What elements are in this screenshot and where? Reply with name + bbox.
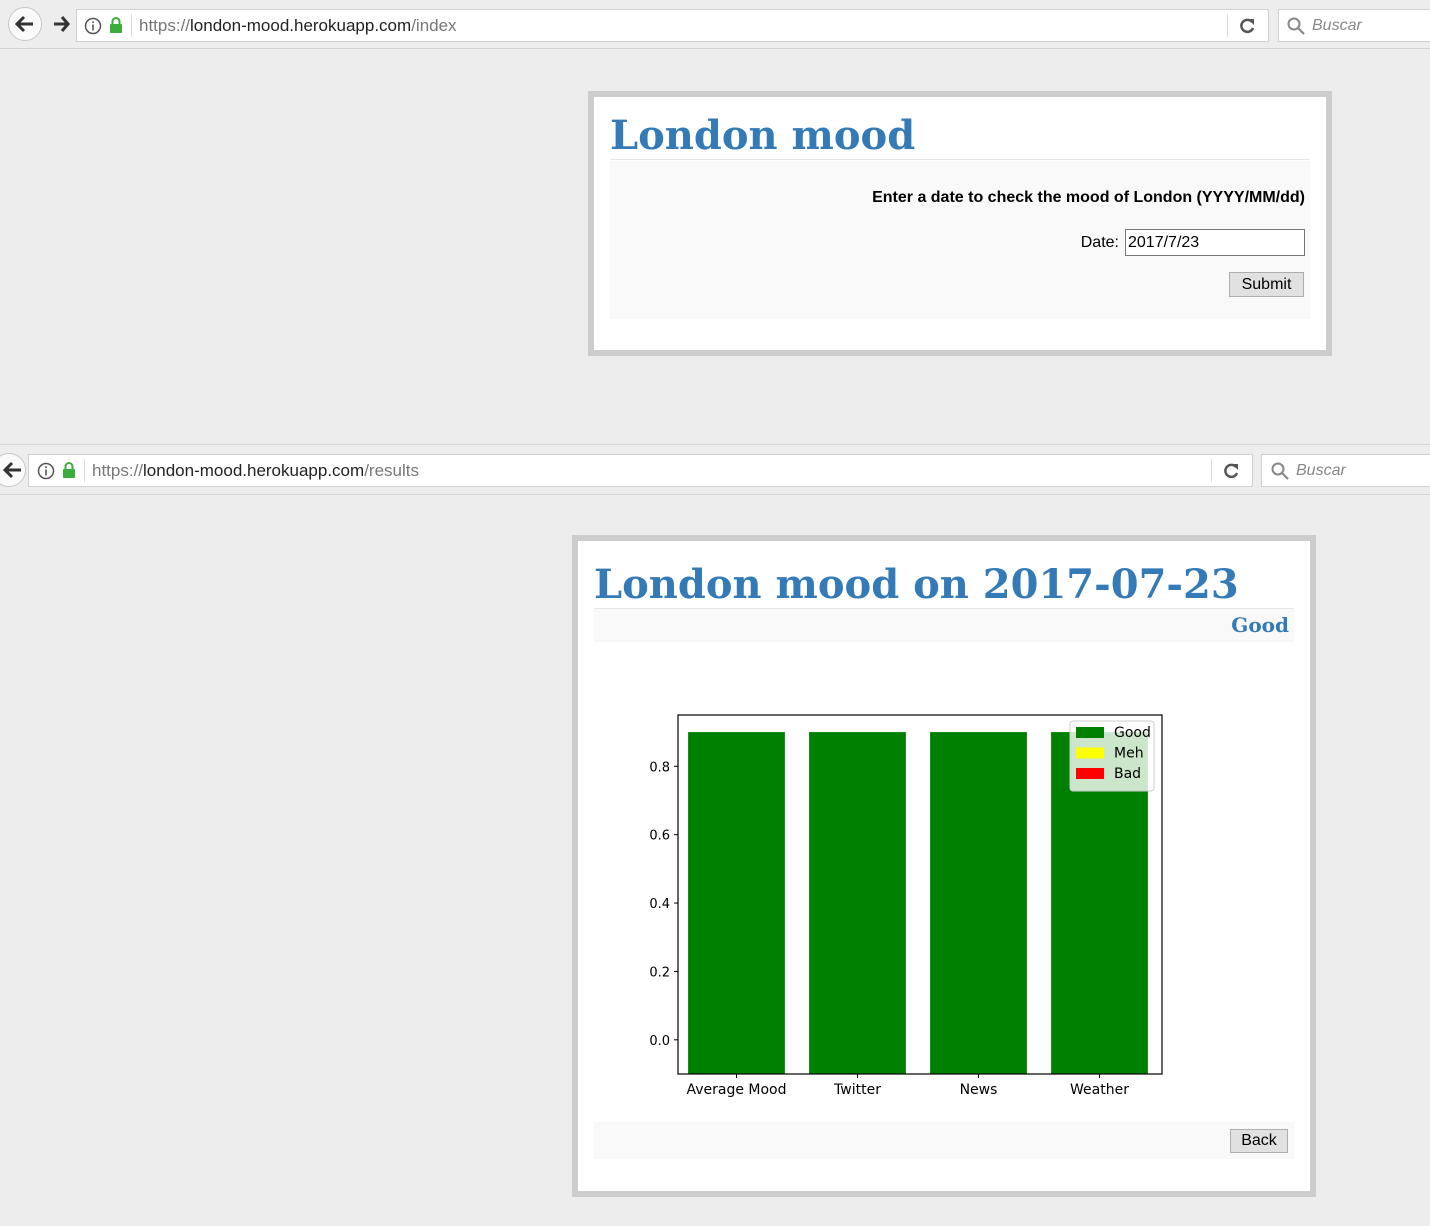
x-tick-label-2: News bbox=[960, 1082, 998, 1098]
address-bar-2[interactable]: https://london-mood.herokuapp.com/result… bbox=[28, 454, 1253, 487]
reload-icon[interactable] bbox=[1221, 461, 1241, 481]
results-card: London mood on 2017-07-23 Good Average M… bbox=[572, 535, 1316, 1197]
url-text-2[interactable]: https://london-mood.herokuapp.com/result… bbox=[92, 455, 419, 486]
info-icon[interactable] bbox=[84, 17, 102, 35]
y-tick-label-4: 0.8 bbox=[649, 760, 670, 775]
back-arrow-icon bbox=[15, 15, 33, 33]
search-icon bbox=[1271, 462, 1289, 480]
date-input-value: 2017/7/23 bbox=[1128, 234, 1200, 251]
mood-result: Good bbox=[1231, 613, 1289, 637]
y-tick-label-3: 0.6 bbox=[649, 829, 670, 844]
url-text[interactable]: https://london-mood.herokuapp.com/index bbox=[139, 10, 457, 41]
lock-icon[interactable] bbox=[62, 462, 76, 479]
mood-result-panel: Good bbox=[594, 609, 1294, 642]
browser-toolbar-2: https://london-mood.herokuapp.com/result… bbox=[0, 446, 1430, 495]
results-title: London mood on 2017-07-23 bbox=[594, 561, 1239, 608]
search-box[interactable]: Buscar bbox=[1278, 9, 1430, 42]
lock-icon[interactable] bbox=[109, 17, 123, 34]
address-bar[interactable]: https://london-mood.herokuapp.com/index bbox=[76, 9, 1269, 42]
browser-toolbar-1: https://london-mood.herokuapp.com/index … bbox=[0, 0, 1430, 49]
legend-label-bad: Bad bbox=[1114, 766, 1141, 782]
bar-2 bbox=[930, 732, 1027, 1074]
date-label: Date: bbox=[1080, 233, 1119, 251]
legend-label-good: Good bbox=[1114, 725, 1151, 741]
forward-button[interactable] bbox=[48, 10, 74, 38]
forward-arrow-icon bbox=[54, 16, 70, 32]
y-tick-label-1: 0.2 bbox=[649, 965, 670, 980]
legend-swatch-good bbox=[1076, 727, 1104, 738]
legend-label-meh: Meh bbox=[1114, 746, 1144, 762]
search-placeholder: Buscar bbox=[1296, 462, 1346, 479]
url-scheme: https:// bbox=[139, 16, 191, 35]
legend-swatch-bad bbox=[1076, 768, 1104, 779]
reload-icon[interactable] bbox=[1237, 16, 1257, 36]
bar-0 bbox=[688, 732, 785, 1074]
url-path: /results bbox=[364, 461, 419, 480]
back-arrow-icon bbox=[3, 461, 21, 479]
url-path: /index bbox=[411, 16, 457, 35]
y-tick-label-0: 0.0 bbox=[649, 1034, 670, 1049]
submit-button[interactable]: Submit bbox=[1229, 272, 1304, 297]
back-panel: Back bbox=[594, 1122, 1294, 1159]
index-card: London mood Enter a date to check the mo… bbox=[588, 91, 1332, 356]
url-host: london-mood.herokuapp.com bbox=[190, 16, 412, 35]
back-button-2[interactable] bbox=[0, 453, 26, 487]
x-tick-label-0: Average Mood bbox=[686, 1082, 786, 1098]
mood-bar-chart: Average Mood Twitter News Weather 0.0 0.2 0.4 0… bbox=[649, 714, 1163, 1098]
back-button[interactable] bbox=[8, 7, 42, 41]
search-box-2[interactable]: Buscar bbox=[1261, 454, 1430, 487]
url-scheme: https:// bbox=[92, 461, 144, 480]
search-icon bbox=[1287, 17, 1305, 35]
y-tick-label-2: 0.4 bbox=[649, 897, 670, 912]
date-form: Enter a date to check the mood of London… bbox=[610, 161, 1310, 319]
info-icon[interactable] bbox=[37, 462, 55, 480]
back-page-button[interactable]: Back bbox=[1230, 1129, 1288, 1153]
bar-1 bbox=[809, 732, 906, 1074]
x-tick-label-1: Twitter bbox=[833, 1082, 881, 1098]
url-host: london-mood.herokuapp.com bbox=[143, 461, 365, 480]
form-heading: Enter a date to check the mood of London… bbox=[872, 189, 1305, 206]
page-title: London mood bbox=[610, 112, 916, 159]
x-tick-label-3: Weather bbox=[1070, 1082, 1129, 1098]
legend-swatch-meh bbox=[1076, 747, 1104, 759]
date-input[interactable]: 2017/7/23 bbox=[1125, 229, 1305, 256]
search-placeholder: Buscar bbox=[1312, 17, 1362, 34]
